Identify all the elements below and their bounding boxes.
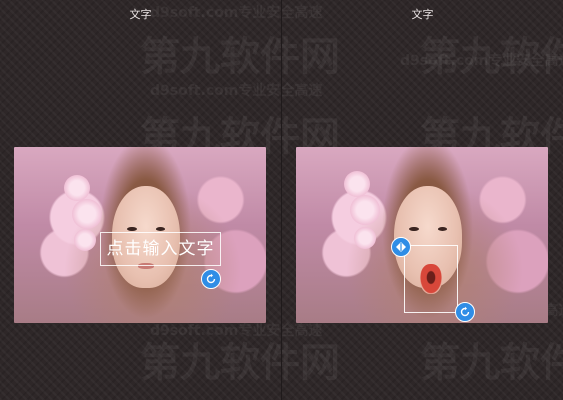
- photo-canvas[interactable]: [296, 147, 548, 323]
- photo-canvas[interactable]: 点击输入文字: [14, 147, 266, 323]
- eye: [155, 226, 166, 231]
- sticker-frame[interactable]: [404, 245, 458, 313]
- text-input-box[interactable]: 点击输入文字: [100, 232, 221, 266]
- left-editor-panel: 文字 点击输入文字: [0, 0, 281, 400]
- eye: [409, 226, 419, 231]
- mouth-sticker: [420, 264, 442, 294]
- rotate-icon[interactable]: [201, 269, 221, 289]
- panel-title: 文字: [411, 8, 434, 21]
- eye: [127, 226, 137, 231]
- right-editor-panel: 文字: [282, 0, 563, 400]
- eye: [437, 226, 448, 231]
- panel-title: 文字: [129, 8, 152, 21]
- rotate-icon[interactable]: [455, 302, 475, 322]
- flip-horizontal-icon[interactable]: [391, 237, 411, 257]
